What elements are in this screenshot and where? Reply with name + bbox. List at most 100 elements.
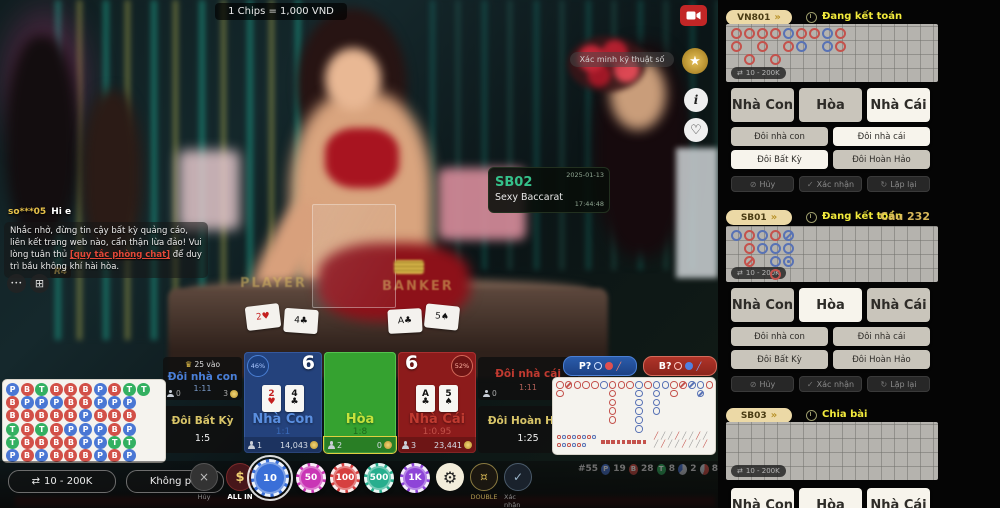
bet-any-pair-button[interactable]: Đôi Bất Kỳ bbox=[731, 150, 828, 169]
chat-toggle-button[interactable]: ••• bbox=[7, 274, 26, 293]
chip-500[interactable]: 500 bbox=[364, 463, 394, 493]
bet-perfect-pair-button[interactable]: Đôi Hoàn Hảo bbox=[833, 350, 930, 369]
table-id-button[interactable]: SB03» bbox=[726, 408, 792, 423]
big-road-cell bbox=[608, 389, 617, 398]
chat-username: so***05 bbox=[8, 207, 47, 217]
pair-banker-count: 0 bbox=[492, 389, 497, 398]
small-road-cell bbox=[562, 443, 566, 447]
chip-rate-text: 1 Chips = 1,000 VND bbox=[228, 6, 334, 17]
cockroach-road-mark: ╱ bbox=[689, 440, 694, 448]
dealt-card: 2♥ bbox=[244, 303, 282, 331]
bet-pair-banker-button[interactable]: Đôi nhà cái bbox=[833, 127, 930, 146]
bet-spot-any-pair[interactable]: Đôi Bất Kỳ 1:5 bbox=[163, 406, 242, 453]
players-icon bbox=[402, 441, 409, 449]
big-road-panel[interactable]: ╱ ╱ ╱ ╱ ╱ ╱ ╱ ╱ ╱ ╱ ╱ ╱ ╱ ╱ ╱ ╱ bbox=[552, 377, 716, 455]
cancel-icon: ⊘ bbox=[749, 379, 757, 389]
limit-pill[interactable]: ⇄ 10 - 200K bbox=[731, 67, 786, 79]
bet-banker-button[interactable]: Nhà Cái bbox=[867, 488, 930, 508]
cancel-icon: ⊘ bbox=[749, 179, 757, 189]
mini-road[interactable]: ⇄ 10 - 200K bbox=[726, 422, 938, 480]
predict-player-button[interactable]: P? ╱ bbox=[563, 356, 637, 376]
bet-spot-player[interactable]: 46% 6 2 ♥ 4 ♣ Nhà Con 1:1 1 14,043 bbox=[244, 352, 322, 453]
bet-spot-banker[interactable]: 52% 6 A ♣ 5 ♠ Nhà Cái 1:0.95 3 23,441 bbox=[398, 352, 476, 453]
small-road-cell bbox=[592, 435, 596, 439]
small-road-cell bbox=[557, 443, 561, 447]
banker-bettors: 3 bbox=[411, 440, 417, 450]
big-road-cell bbox=[652, 407, 661, 415]
road-cell bbox=[757, 41, 768, 52]
small-road-cell bbox=[567, 435, 571, 439]
game-card: 4 ♣ bbox=[285, 385, 304, 412]
tie-bet-stats: 2 0 bbox=[324, 437, 396, 453]
dealt-card: 5♠ bbox=[423, 303, 461, 331]
big-road-cell bbox=[617, 381, 626, 389]
cancel-bet-button[interactable]: ⊘ Hủy bbox=[731, 176, 794, 192]
confirm-bet-button[interactable]: ✓ Xác nhận bbox=[799, 376, 862, 392]
bet-banker-button[interactable]: Nhà Cái bbox=[867, 288, 930, 322]
bet-tie-button[interactable]: Hòa bbox=[799, 488, 862, 508]
bead-cell: T bbox=[137, 383, 151, 396]
bead-cell: B bbox=[35, 435, 49, 449]
chip-10[interactable]: 10 bbox=[247, 455, 293, 501]
chip-100[interactable]: 100 bbox=[330, 463, 360, 493]
confirm-bet-button[interactable]: ✓ Xác nhận bbox=[504, 463, 532, 508]
bet-pair-player-button[interactable]: Đôi nhà con bbox=[731, 127, 828, 146]
game-card: 5 ♠ bbox=[439, 385, 458, 412]
bet-spot-tie[interactable]: Hòa 1:8 2 0 bbox=[324, 352, 396, 453]
reward-button[interactable]: ★ bbox=[682, 48, 708, 74]
small-road-square bbox=[611, 440, 615, 444]
big-road-cell bbox=[644, 381, 652, 389]
camera-toggle-button[interactable] bbox=[680, 5, 707, 26]
big-road-cell bbox=[652, 381, 661, 389]
bet-perfect-pair-button[interactable]: Đôi Hoàn Hảo bbox=[833, 150, 930, 169]
bet-pair-player-button[interactable]: Đôi nhà con bbox=[731, 327, 828, 346]
settings-button[interactable]: ⚙ bbox=[436, 463, 464, 491]
mini-road[interactable]: ⇄ 10 - 200K bbox=[726, 24, 938, 82]
road-cell bbox=[744, 243, 755, 254]
bet-player-button[interactable]: Nhà Con bbox=[731, 488, 794, 508]
chip-50[interactable]: 50 bbox=[296, 463, 326, 493]
confirm-bet-button-label: Xác nhận bbox=[504, 493, 521, 508]
sticker-button[interactable]: ⊞ bbox=[30, 274, 49, 293]
bead-cell: B bbox=[79, 383, 92, 396]
cancel-bet-button[interactable]: ⊘ Hủy bbox=[731, 376, 794, 392]
favorite-button[interactable]: ♡ bbox=[684, 118, 708, 142]
player-cards: 2 ♥ 4 ♣ bbox=[244, 385, 322, 412]
bet-tie-button[interactable]: Hòa bbox=[799, 88, 862, 122]
limit-pill[interactable]: ⇄ 10 - 200K bbox=[731, 465, 786, 477]
swap-icon: ⇄ bbox=[737, 69, 743, 77]
big-road bbox=[556, 381, 714, 433]
bet-any-pair-button[interactable]: Đôi Bất Kỳ bbox=[731, 350, 828, 369]
gear-icon: ⚙ bbox=[442, 467, 458, 487]
road-cell bbox=[744, 54, 755, 65]
predict-banker-button[interactable]: B? ╱ bbox=[643, 356, 717, 376]
cockroach-road-mark: ╱ bbox=[668, 432, 673, 440]
info-button[interactable]: i bbox=[684, 88, 708, 112]
mini-road[interactable]: ⇄ 10 - 200K bbox=[726, 226, 938, 282]
player-odds: 1:1 bbox=[275, 427, 291, 437]
all-in-button[interactable]: $ ALL IN bbox=[226, 463, 254, 501]
chat-bubble-icon: ••• bbox=[10, 280, 23, 287]
table-limit-button[interactable]: ⇄ 10 - 200K bbox=[8, 470, 116, 493]
confirm-bet-button[interactable]: ✓ Xác nhận bbox=[799, 176, 862, 192]
chat-text: Hi e bbox=[51, 207, 72, 217]
table-id-button[interactable]: VN801» bbox=[726, 10, 792, 25]
bet-spot-pair-player[interactable]: ♛ 25 vào Đôi nhà con 1:11 0 3 bbox=[163, 357, 242, 400]
chip-1K[interactable]: 1K bbox=[400, 463, 430, 493]
repeat-bet-button[interactable]: ↻ Lặp lại bbox=[867, 376, 930, 392]
bet-banker-button[interactable]: Nhà Cái bbox=[867, 88, 930, 122]
bet-player-button[interactable]: Nhà Con bbox=[731, 288, 794, 322]
coin-icon bbox=[384, 441, 392, 449]
bead-cell: T bbox=[35, 422, 49, 436]
bead-cell: P bbox=[35, 396, 49, 410]
chip-cancel-button[interactable]: × Hủy bbox=[190, 463, 218, 501]
bet-player-button[interactable]: Nhà Con bbox=[731, 88, 794, 122]
bet-tie-button[interactable]: Hòa bbox=[799, 288, 862, 322]
table-id-button[interactable]: SB01» bbox=[726, 210, 792, 225]
double-bet-button[interactable]: ¤ DOUBLE bbox=[470, 463, 498, 501]
chat-rules-link[interactable]: [quy tắc phòng chat] bbox=[70, 250, 170, 260]
bet-pair-banker-button[interactable]: Đôi nhà cái bbox=[833, 327, 930, 346]
bead-cell: T bbox=[122, 383, 136, 396]
bead-plate-road[interactable]: PBTBBBPBTTBPPPBBPPPBBBBBPBBBTBTBPPPBPTBB… bbox=[2, 379, 166, 463]
repeat-bet-button[interactable]: ↻ Lặp lại bbox=[867, 176, 930, 192]
